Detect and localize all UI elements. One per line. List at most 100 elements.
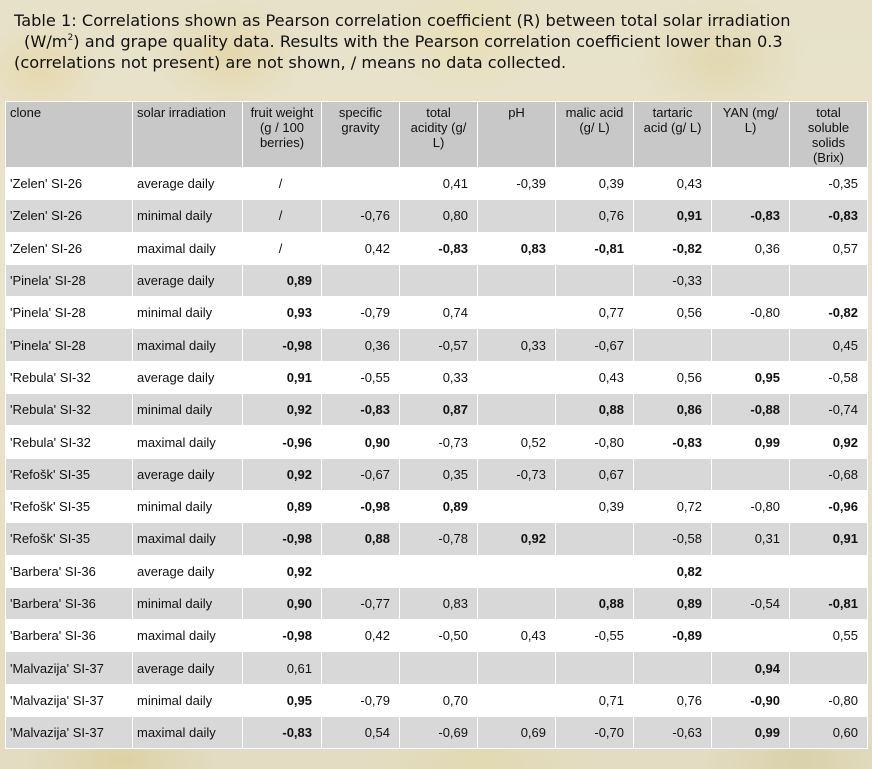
cell-specific-gravity: -0,67 [321, 457, 400, 491]
cell-fruit-weight: -0,83 [242, 716, 322, 750]
cell-tartaric-acid: 0,82 [633, 554, 712, 588]
table-row: 'Rebula' SI-32 minimal daily 0,92 -0,83 0,87… [5, 393, 868, 427]
cell-ph [477, 489, 556, 524]
cell-fruit-weight: 0,95 [242, 683, 322, 718]
cell-total-acidity: -0,83 [399, 231, 478, 265]
cell-clone: 'Malvazija' SI-37 [5, 683, 133, 718]
cell-total-soluble-solids: 0,92 [789, 425, 868, 459]
cell-malic-acid: -0,55 [555, 619, 634, 653]
cell-tartaric-acid: 0,56 [633, 296, 712, 330]
cell-total-soluble-solids: -0,82 [789, 296, 868, 330]
cell-yan: 0,36 [711, 231, 790, 265]
cell-specific-gravity: 0,42 [321, 231, 400, 265]
caption-line-3: (correlations not present) are not shown… [14, 53, 567, 72]
cell-yan [711, 457, 790, 491]
cell-clone: 'Malvazija' SI-37 [5, 651, 133, 685]
cell-total-acidity [399, 554, 478, 588]
cell-yan: 0,31 [711, 522, 790, 556]
cell-total-acidity: 0,74 [399, 296, 478, 330]
table-row: 'Barbera' SI-36 minimal daily 0,90 -0,77 0,8… [5, 586, 868, 621]
cell-ph [477, 586, 556, 621]
cell-total-acidity: 0,33 [399, 360, 478, 395]
cell-tartaric-acid: -0,63 [633, 716, 712, 750]
cell-fruit-weight: 0,90 [242, 586, 322, 621]
cell-specific-gravity: -0,55 [321, 360, 400, 395]
header-tartaric-acid: tartaric acid (g/ L) [633, 101, 712, 168]
cell-solar-irradiation: average daily [132, 263, 243, 298]
cell-solar-irradiation: maximal daily [132, 619, 243, 653]
cell-specific-gravity: 0,90 [321, 425, 400, 459]
cell-tartaric-acid: 0,91 [633, 199, 712, 233]
cell-specific-gravity: -0,79 [321, 296, 400, 330]
cell-solar-irradiation: average daily [132, 554, 243, 588]
table-row: 'Pinela' SI-28 minimal daily 0,93 -0,79 0,74… [5, 296, 868, 330]
cell-fruit-weight: -0,96 [242, 425, 322, 459]
cell-total-acidity: 0,89 [399, 489, 478, 524]
table-row: 'Zelen' SI-26 average daily/ 0,41 -0,39 0,39… [5, 166, 868, 201]
cell-yan: -0,54 [711, 586, 790, 621]
header-specific-gravity: specific gravity [321, 101, 400, 168]
cell-tartaric-acid [633, 457, 712, 491]
cell-yan [711, 166, 790, 201]
cell-yan: 0,99 [711, 425, 790, 459]
cell-clone: 'Barbera' SI-36 [5, 586, 133, 621]
cell-yan: 0,94 [711, 651, 790, 685]
cell-malic-acid: 0,88 [555, 586, 634, 621]
cell-specific-gravity: -0,98 [321, 489, 400, 524]
cell-clone: 'Zelen' SI-26 [5, 166, 133, 201]
cell-tartaric-acid [633, 651, 712, 685]
cell-yan: -0,83 [711, 199, 790, 233]
cell-tartaric-acid: 0,86 [633, 393, 712, 427]
header-clone: clone [5, 101, 133, 168]
cell-ph: 0,83 [477, 231, 556, 265]
cell-tartaric-acid: -0,83 [633, 425, 712, 459]
cell-solar-irradiation: minimal daily [132, 199, 243, 233]
cell-ph [477, 199, 556, 233]
cell-total-soluble-solids: 0,55 [789, 619, 868, 653]
table-row: 'Rebula' SI-32 maximal daily -0,96 0,90 -0,7… [5, 425, 868, 459]
cell-total-soluble-solids: -0,81 [789, 586, 868, 621]
cell-fruit-weight: 0,92 [242, 393, 322, 427]
cell-specific-gravity [321, 651, 400, 685]
cell-total-soluble-solids: 0,57 [789, 231, 868, 265]
cell-malic-acid: 0,67 [555, 457, 634, 491]
cell-ph: -0,73 [477, 457, 556, 491]
table-row: 'Pinela' SI-28 average daily 0,89 -0,33 [5, 263, 868, 298]
cell-clone: 'Barbera' SI-36 [5, 619, 133, 653]
table-row: 'Malvazija' SI-37 minimal daily 0,95 -0,79 0… [5, 683, 868, 718]
cell-total-acidity: -0,57 [399, 328, 478, 362]
cell-clone: 'Barbera' SI-36 [5, 554, 133, 588]
cell-ph: 0,43 [477, 619, 556, 653]
cell-total-acidity: -0,69 [399, 716, 478, 750]
cell-solar-irradiation: maximal daily [132, 231, 243, 265]
cell-solar-irradiation: average daily [132, 360, 243, 395]
header-fruit-weight: fruit weight (g / 100 berries) [242, 101, 322, 168]
cell-total-acidity [399, 263, 478, 298]
cell-malic-acid: -0,67 [555, 328, 634, 362]
cell-fruit-weight: / [242, 199, 322, 233]
cell-tartaric-acid: -0,89 [633, 619, 712, 653]
cell-yan: -0,90 [711, 683, 790, 718]
cell-ph [477, 393, 556, 427]
table-row: 'Barbera' SI-36 maximal daily -0,98 0,42 -0,… [5, 619, 868, 653]
cell-total-acidity: 0,70 [399, 683, 478, 718]
cell-ph: 0,33 [477, 328, 556, 362]
cell-ph: -0,39 [477, 166, 556, 201]
cell-solar-irradiation: maximal daily [132, 328, 243, 362]
cell-clone: 'Pinela' SI-28 [5, 263, 133, 298]
cell-clone: 'Rebula' SI-32 [5, 360, 133, 395]
cell-malic-acid: 0,88 [555, 393, 634, 427]
cell-total-acidity: -0,78 [399, 522, 478, 556]
cell-total-acidity: 0,83 [399, 586, 478, 621]
cell-ph: 0,52 [477, 425, 556, 459]
cell-fruit-weight: / [242, 231, 322, 265]
cell-tartaric-acid: 0,43 [633, 166, 712, 201]
caption-unit-text: (W/m [24, 32, 68, 51]
header-total-soluble-solids: total soluble solids (Brix) [789, 101, 868, 168]
cell-total-soluble-solids: 0,60 [789, 716, 868, 750]
cell-solar-irradiation: average daily [132, 166, 243, 201]
cell-clone: 'Refošk' SI-35 [5, 457, 133, 491]
cell-malic-acid: -0,81 [555, 231, 634, 265]
cell-fruit-weight: 0,89 [242, 489, 322, 524]
cell-tartaric-acid: -0,82 [633, 231, 712, 265]
